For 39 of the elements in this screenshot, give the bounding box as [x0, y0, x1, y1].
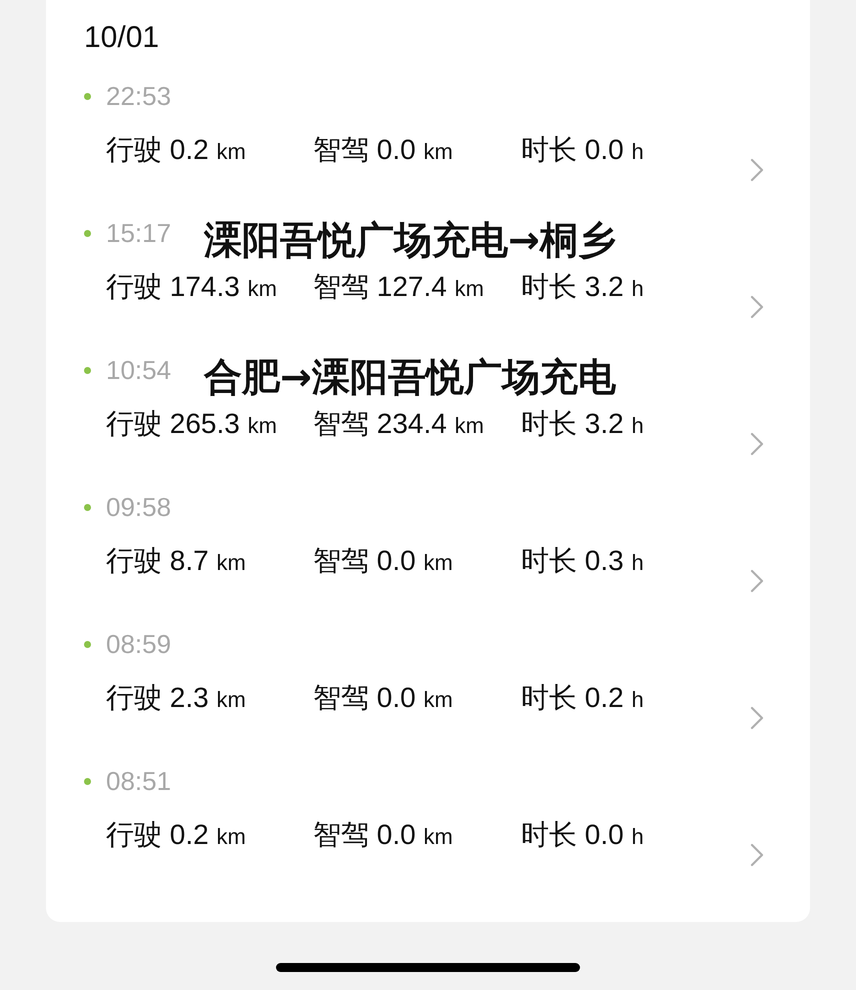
trip-stat: 时长 3.2 h — [521, 407, 645, 441]
chevron-right-icon[interactable] — [750, 432, 764, 456]
trip-stat: 行驶 0.2 km — [106, 818, 247, 852]
trip-time: 15:17 — [106, 218, 172, 248]
chevron-right-icon[interactable] — [750, 569, 764, 593]
status-dot-icon — [84, 92, 91, 100]
status-dot-icon — [84, 230, 91, 236]
trip-stat: 智驾 0.0 km — [313, 681, 454, 715]
trip-stat: 时长 0.0 h — [521, 818, 645, 852]
trip-time: 09:58 — [106, 492, 172, 522]
trip-stat: 时长 3.2 h — [521, 270, 645, 304]
route-caption: 合肥→溧阳吾悦广场充电 — [204, 354, 616, 401]
chevron-right-icon[interactable] — [750, 843, 764, 867]
trip-stat: 智驾 0.0 km — [313, 818, 454, 852]
trip-stat: 行驶 8.7 km — [106, 544, 247, 578]
date-heading: 10/01 — [84, 20, 160, 56]
chevron-right-icon[interactable] — [750, 158, 764, 182]
trip-stat: 智驾 234.4 km — [313, 407, 485, 441]
trip-stat: 时长 0.0 h — [521, 133, 645, 167]
trip-time: 22:53 — [106, 80, 172, 112]
trip-time: 08:51 — [106, 766, 172, 796]
trip-stat: 智驾 0.0 km — [313, 544, 454, 578]
trip-stat: 行驶 174.3 km — [106, 270, 278, 304]
trip-stat: 行驶 2.3 km — [106, 681, 247, 715]
trip-stat: 智驾 0.0 km — [313, 133, 454, 167]
trip-stat: 行驶 0.2 km — [106, 133, 247, 167]
status-dot-icon — [84, 366, 91, 374]
trip-stat: 智驾 127.4 km — [313, 270, 485, 304]
trip-stat: 时长 0.2 h — [521, 681, 645, 715]
status-dot-icon — [84, 640, 91, 648]
status-dot-icon — [84, 504, 91, 510]
status-dot-icon — [84, 778, 91, 784]
trip-time: 08:59 — [106, 628, 172, 660]
chevron-right-icon[interactable] — [750, 706, 764, 730]
chevron-right-icon[interactable] — [750, 295, 764, 319]
route-caption: 溧阳吾悦广场充电→桐乡 — [204, 217, 616, 264]
trip-stat: 时长 0.3 h — [521, 544, 645, 578]
trip-time: 10:54 — [106, 354, 172, 386]
trip-stat: 行驶 265.3 km — [106, 407, 278, 441]
